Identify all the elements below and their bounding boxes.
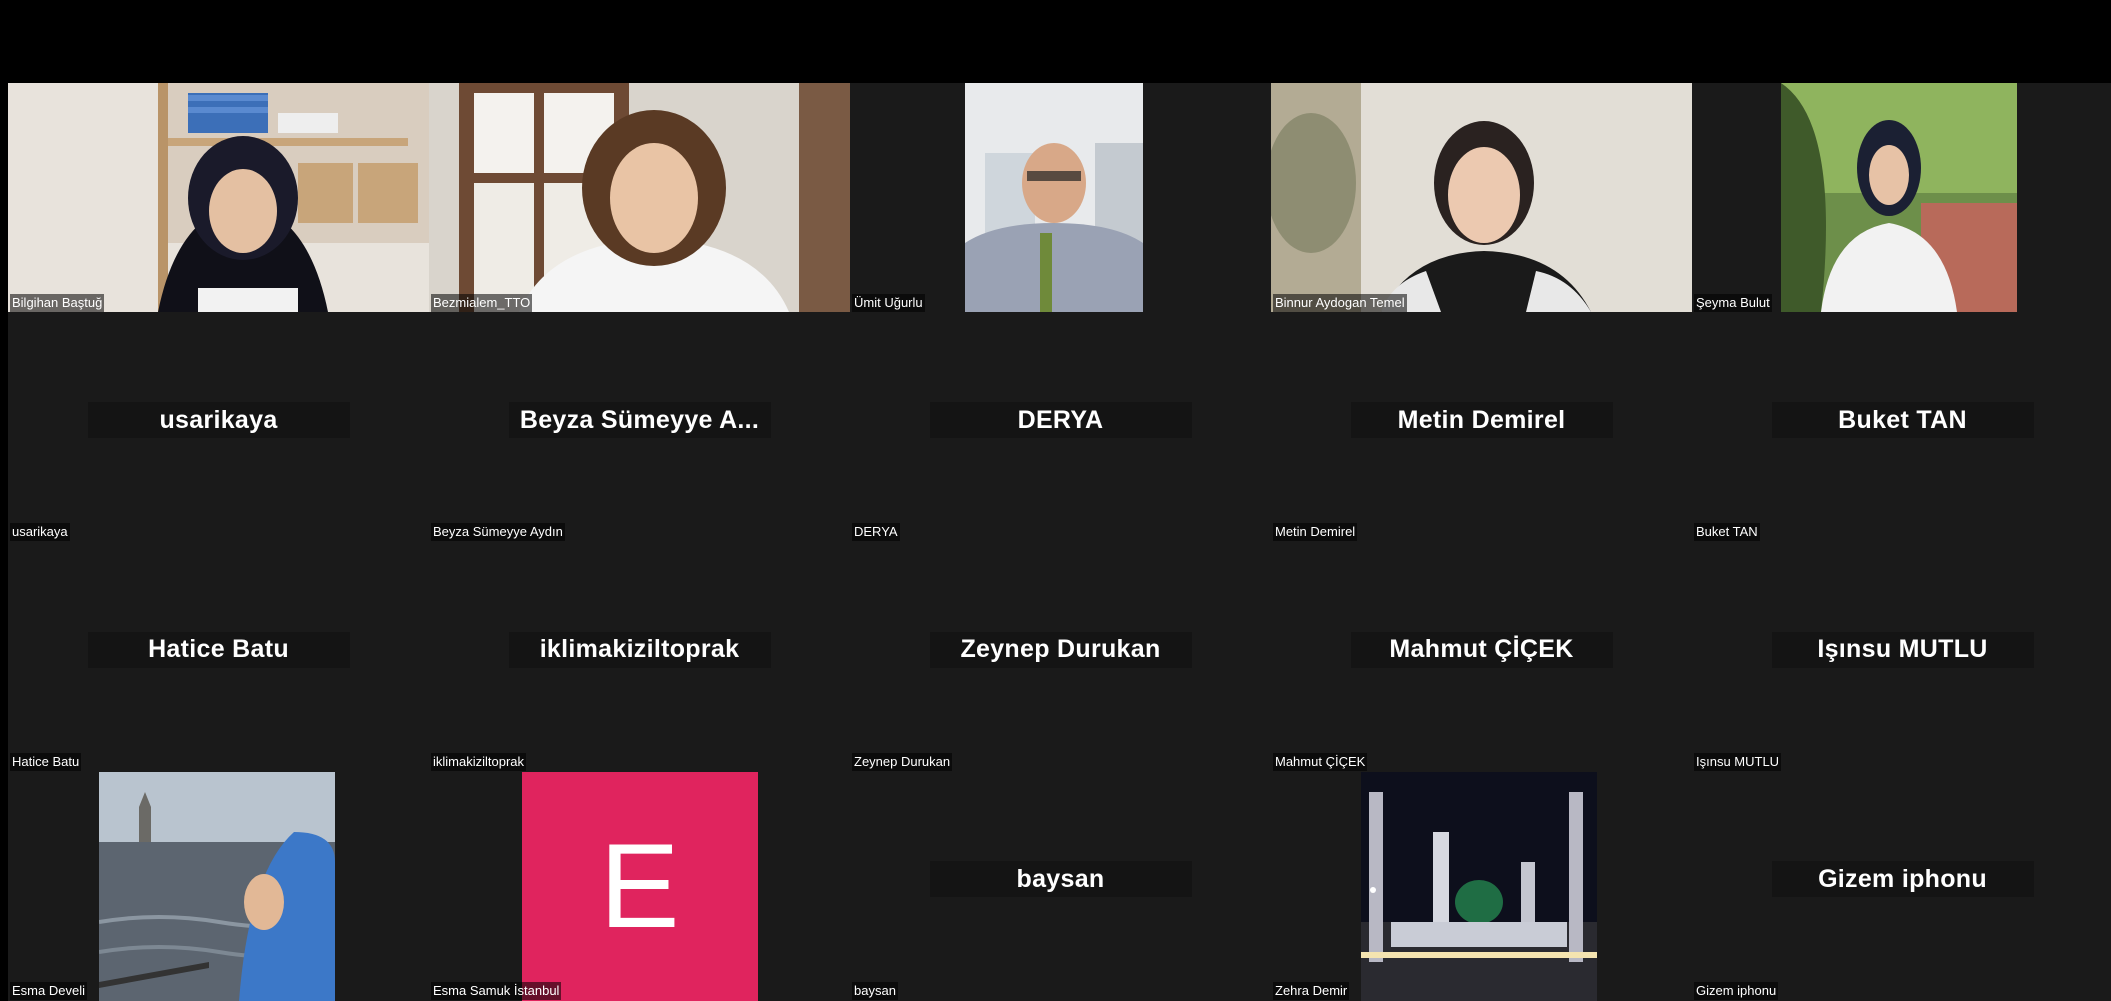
participant-tile[interactable]: Ümit Uğurlu: [850, 83, 1271, 313]
participant-avatar: E: [521, 771, 758, 1001]
participant-display-name: Beyza Sümeyye A...: [508, 402, 771, 439]
participant-display-name: usarikaya: [87, 402, 350, 439]
participant-name-label: Işınsu MUTLU: [1694, 752, 1782, 771]
participant-video: [1271, 83, 1692, 312]
participant-tile[interactable]: Buket TAN Buket TAN: [1692, 312, 2111, 542]
participant-name-label: Mahmut ÇİÇEK: [1273, 752, 1368, 771]
participant-display-name: Zeynep Durukan: [929, 631, 1192, 668]
participant-tile[interactable]: Gizem iphonu Gizem iphonu: [1692, 771, 2111, 1001]
participant-display-name: DERYA: [929, 402, 1192, 439]
participant-display-name: baysan: [929, 861, 1192, 898]
participant-display-name: Işınsu MUTLU: [1771, 631, 2034, 668]
participant-tile[interactable]: baysan baysan: [850, 771, 1271, 1001]
participant-tile[interactable]: DERYA DERYA: [850, 312, 1271, 542]
participant-name-label: Ümit Uğurlu: [852, 293, 925, 312]
top-black-bar: [0, 0, 2111, 83]
participant-tile[interactable]: Bezmialem_TTO: [429, 83, 850, 313]
participant-tile[interactable]: Zehra Demir: [1271, 771, 1692, 1001]
participant-tile[interactable]: iklimakiziltoprak iklimakiziltoprak: [429, 542, 850, 772]
participant-tile[interactable]: Hatice Batu Hatice Batu: [8, 542, 429, 772]
participant-tile[interactable]: Beyza Sümeyye A... Beyza Sümeyye Aydın: [429, 312, 850, 542]
participant-video: [965, 83, 1143, 312]
participant-tile[interactable]: Bilgihan Baştuğ: [8, 83, 429, 313]
participant-display-name: Buket TAN: [1771, 402, 2034, 439]
participant-tile[interactable]: Metin Demirel Metin Demirel: [1271, 312, 1692, 542]
participant-tile[interactable]: Esma Develi: [8, 771, 429, 1001]
participant-display-name: Gizem iphonu: [1771, 861, 2034, 898]
participant-name-label: Gizem iphonu: [1694, 982, 1779, 1000]
participant-display-name: Metin Demirel: [1350, 402, 1613, 439]
participant-name-label: Metin Demirel: [1273, 523, 1358, 541]
participant-name-label: Zeynep Durukan: [852, 752, 953, 771]
participant-display-name: Hatice Batu: [87, 631, 350, 668]
participant-tile[interactable]: Zeynep Durukan Zeynep Durukan: [850, 542, 1271, 772]
participant-name-label: Esma Samuk İstanbul: [431, 982, 562, 1000]
participant-tile[interactable]: Mahmut ÇİÇEK Mahmut ÇİÇEK: [1271, 542, 1692, 772]
participant-tile[interactable]: Binnur Aydogan Temel: [1271, 83, 1692, 313]
participant-name-label: Beyza Sümeyye Aydın: [431, 523, 565, 541]
participant-tile[interactable]: E Esma Samuk İstanbul: [429, 771, 850, 1001]
participant-tile[interactable]: Işınsu MUTLU Işınsu MUTLU: [1692, 542, 2111, 772]
participant-name-label: iklimakiziltoprak: [431, 752, 527, 771]
participant-name-label: Şeyma Bulut: [1694, 293, 1772, 312]
participant-tile[interactable]: Şeyma Bulut: [1692, 83, 2111, 313]
participant-name-label: Bilgihan Baştuğ: [10, 293, 105, 312]
participant-name-label: Bezmialem_TTO: [431, 293, 533, 312]
participant-name-label: Zehra Demir: [1273, 982, 1350, 1000]
participant-name-label: usarikaya: [10, 523, 70, 541]
participant-name-label: Hatice Batu: [10, 752, 82, 771]
participant-video: [1781, 83, 2017, 312]
video-gallery-grid: Bilgihan Baştuğ Bezmialem_TTO Ümit Uğurl…: [8, 83, 2111, 1001]
participant-display-name: iklimakiziltoprak: [508, 631, 771, 668]
participant-video: [429, 83, 850, 312]
participant-video: [99, 771, 335, 1001]
participant-video: [1361, 771, 1597, 1001]
participant-video: [8, 83, 429, 312]
participant-name-label: Binnur Aydogan Temel: [1273, 293, 1407, 312]
participant-name-label: Buket TAN: [1694, 523, 1760, 541]
participant-name-label: DERYA: [852, 523, 900, 541]
participant-name-label: baysan: [852, 982, 898, 1000]
participant-display-name: Mahmut ÇİÇEK: [1350, 631, 1613, 668]
participant-name-label: Esma Develi: [10, 982, 87, 1000]
participant-tile[interactable]: usarikaya usarikaya: [8, 312, 429, 542]
